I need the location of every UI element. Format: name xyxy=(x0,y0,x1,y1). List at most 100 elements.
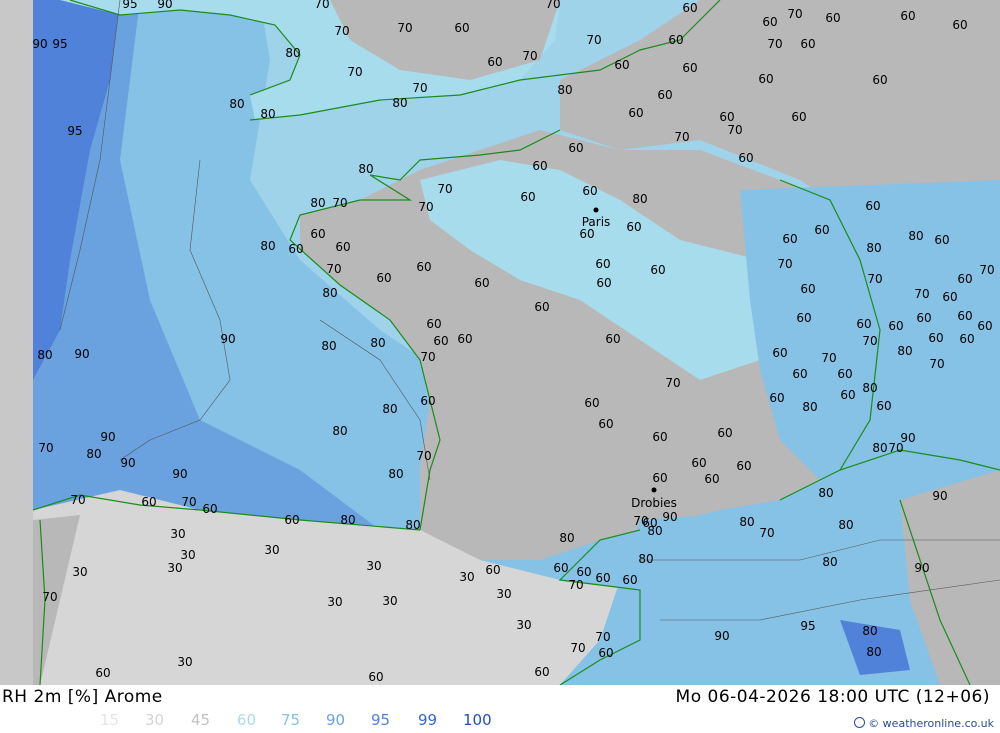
credit-link[interactable]: © weatheronline.co.uk xyxy=(854,717,994,730)
contour-label: 80 xyxy=(862,624,877,638)
contour-label: 95 xyxy=(122,0,137,11)
contour-label: 60 xyxy=(614,58,629,72)
contour-label: 70 xyxy=(888,441,903,455)
contour-label: 80 xyxy=(632,192,647,206)
legend-entry: 99 xyxy=(418,711,438,729)
contour-label: 80 xyxy=(37,348,52,362)
legend-entry: 75 xyxy=(281,711,301,729)
contour-label: 60 xyxy=(800,37,815,51)
contour-label: 90 xyxy=(32,37,47,51)
contour-label: 80 xyxy=(86,447,101,461)
legend-entry: 30 xyxy=(145,711,165,729)
contour-label: 70 xyxy=(787,7,802,21)
contour-label: 30 xyxy=(264,543,279,557)
contour-label: 70 xyxy=(326,262,341,276)
contour-label: 70 xyxy=(397,21,412,35)
paris-dot xyxy=(593,207,599,213)
contour-label: 60 xyxy=(650,263,665,277)
contour-label: 60 xyxy=(900,9,915,23)
contour-label: 60 xyxy=(736,459,751,473)
contour-label: 60 xyxy=(719,110,734,124)
contour-label: 80 xyxy=(897,344,912,358)
contour-label: 60 xyxy=(916,311,931,325)
legend-entry: 100 xyxy=(463,711,492,729)
contour-label: 90 xyxy=(120,456,135,470)
contour-label: 60 xyxy=(652,430,667,444)
map-footer: RH 2m [%] Arome Mo 06-04-2026 18:00 UTC … xyxy=(0,685,1000,733)
contour-label: 60 xyxy=(426,317,441,331)
contour-label: 60 xyxy=(141,495,156,509)
contour-label: 60 xyxy=(642,516,657,530)
contour-label: 80 xyxy=(388,467,403,481)
contour-label: 60 xyxy=(520,190,535,204)
contour-label: 80 xyxy=(382,402,397,416)
contour-label: 60 xyxy=(796,311,811,325)
contour-label: 60 xyxy=(792,367,807,381)
contour-label: 60 xyxy=(576,565,591,579)
contour-label: 60 xyxy=(584,396,599,410)
contour-label: 60 xyxy=(758,72,773,86)
contour-label: 80 xyxy=(822,555,837,569)
city-label: Paris xyxy=(582,215,611,229)
contour-label: 70 xyxy=(437,182,452,196)
contour-label: 30 xyxy=(327,595,342,609)
contour-label: 60 xyxy=(95,666,110,680)
contour-label: 60 xyxy=(605,332,620,346)
contour-label: 60 xyxy=(738,151,753,165)
contour-label: 80 xyxy=(285,46,300,60)
contour-label: 60 xyxy=(682,1,697,15)
contour-label: 80 xyxy=(557,83,572,97)
contour-label: 60 xyxy=(457,332,472,346)
contour-label: 80 xyxy=(229,97,244,111)
contour-label: 60 xyxy=(888,319,903,333)
contour-label: 80 xyxy=(866,645,881,659)
contour-label: 30 xyxy=(496,587,511,601)
contour-label: 95 xyxy=(52,37,67,51)
contour-label: 30 xyxy=(382,594,397,608)
contour-label: 60 xyxy=(595,571,610,585)
contour-label: 90 xyxy=(932,489,947,503)
contour-label: 30 xyxy=(167,561,182,575)
contour-label: 90 xyxy=(172,467,187,481)
contour-label: 60 xyxy=(553,561,568,575)
map-canvas: 95 90 70 70 606070 6090 9570 70 6070 6060807060 70… xyxy=(0,0,1000,685)
contour-label: 30 xyxy=(366,559,381,573)
contour-label: 90 xyxy=(157,0,172,11)
contour-label: 90 xyxy=(714,629,729,643)
contour-label: 80 xyxy=(260,239,275,253)
legend-entry: 15 xyxy=(100,711,120,729)
contour-label: 70 xyxy=(595,630,610,644)
contour-label: 70 xyxy=(929,357,944,371)
contour-label: 60 xyxy=(825,11,840,25)
contour-label: 90 xyxy=(74,347,89,361)
contour-label: 60 xyxy=(310,227,325,241)
contour-label: 60 xyxy=(487,55,502,69)
legend-entry: 90 xyxy=(326,711,346,729)
contour-label: 80 xyxy=(310,196,325,210)
contour-label: 30 xyxy=(459,570,474,584)
contour-label: 70 xyxy=(418,200,433,214)
contour-label: 60 xyxy=(837,367,852,381)
contour-label: 80 xyxy=(802,400,817,414)
contour-label: 80 xyxy=(866,241,881,255)
contour-label: 70 xyxy=(334,24,349,38)
contour-label: 70 xyxy=(522,49,537,63)
legend-entry: 60 xyxy=(237,711,257,729)
contour-label: 60 xyxy=(691,456,706,470)
contour-label: 80 xyxy=(862,381,877,395)
contour-label: 60 xyxy=(840,388,855,402)
contour-label: 60 xyxy=(622,573,637,587)
contour-label: 60 xyxy=(856,317,871,331)
contour-label: 70 xyxy=(70,493,85,507)
contour-label: 60 xyxy=(668,33,683,47)
contour-label: 70 xyxy=(727,123,742,137)
contour-label: 70 xyxy=(586,33,601,47)
contour-label: 60 xyxy=(791,110,806,124)
contour-label: 80 xyxy=(559,531,574,545)
contour-label: 60 xyxy=(474,276,489,290)
contour-label: 60 xyxy=(368,670,383,684)
drobies-dot xyxy=(651,487,657,493)
contour-label: 60 xyxy=(876,399,891,413)
contour-label: 90 xyxy=(220,332,235,346)
contour-label: 70 xyxy=(914,287,929,301)
